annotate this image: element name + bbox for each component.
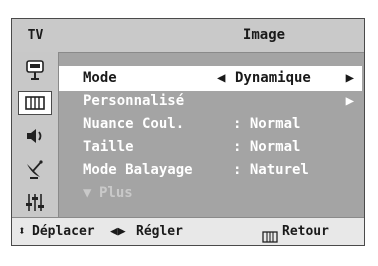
menu-item-value: : Normal	[233, 116, 301, 132]
sidebar	[12, 52, 59, 217]
menu-item-taille[interactable]: Taille : Normal	[59, 135, 362, 160]
up-down-arrows-icon: ⬍	[18, 224, 26, 239]
title-bar: TV Image	[12, 19, 364, 53]
menu-item-plus: ▼ Plus	[59, 181, 362, 206]
left-right-arrows-icon: ◀▶	[110, 224, 126, 239]
tv-source-label: TV	[27, 28, 44, 43]
mode-value: Dynamique	[235, 70, 311, 86]
menu-item-value: : Naturel	[233, 162, 309, 178]
arrow-right-icon[interactable]: ▶	[346, 66, 354, 91]
menu-item-personnalise[interactable]: Personnalisé ▶	[59, 89, 362, 114]
satellite-dish-icon[interactable]	[18, 157, 52, 181]
menu-icon	[262, 226, 278, 243]
menu-item-value: : Normal	[233, 139, 301, 155]
antenna-icon[interactable]	[18, 58, 52, 82]
page-title: Image	[242, 27, 286, 43]
menu-item-label: Mode Balayage	[83, 162, 193, 178]
menu-item-nuance-coul[interactable]: Nuance Coul. : Normal	[59, 112, 362, 137]
picture-icon[interactable]	[18, 91, 52, 115]
menu-item-mode-balayage[interactable]: Mode Balayage : Naturel	[59, 158, 362, 183]
osd-menu-frame: TV Image Mode ◀ Dynamique ▶ Personnalisé…	[11, 18, 365, 246]
adjust-label: Régler	[136, 224, 183, 239]
menu-item-mode[interactable]: Mode ◀ Dynamique ▶	[59, 66, 362, 91]
arrow-right-icon: ▶	[345, 93, 354, 109]
chevron-down-icon: ▼	[83, 185, 92, 201]
arrow-left-icon[interactable]: ◀	[217, 66, 225, 91]
menu-item-label: Personnalisé	[83, 93, 185, 109]
menu-item-label: Mode	[83, 70, 117, 86]
menu-item-label: Nuance Coul.	[83, 116, 185, 132]
speaker-icon[interactable]	[18, 124, 52, 148]
move-label: Déplacer	[32, 224, 95, 239]
equalizer-sliders-icon[interactable]	[18, 190, 52, 214]
menu-item-label: Plus	[99, 185, 133, 201]
menu-item-label: Taille	[83, 139, 134, 155]
status-bar: ⬍ Déplacer ◀▶ Régler Retour	[12, 217, 364, 245]
return-label[interactable]: Retour	[282, 218, 329, 246]
